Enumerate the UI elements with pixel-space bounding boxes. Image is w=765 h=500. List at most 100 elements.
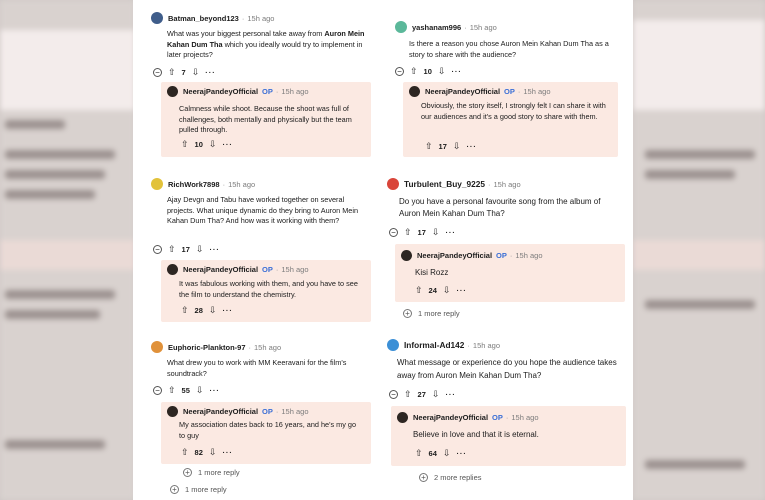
reply-card: NeerajPandeyOfficial OP · 15h ago Calmne… (161, 82, 371, 157)
collapse-icon[interactable]: − (395, 67, 404, 76)
collapse-icon[interactable]: − (153, 245, 162, 254)
more-options-icon[interactable]: ··· (445, 390, 456, 399)
username[interactable]: Turbulent_Buy_9225 (404, 179, 485, 189)
upvote-icon[interactable]: ⇧ (181, 306, 189, 315)
more-options-icon[interactable]: ··· (222, 306, 233, 315)
op-avatar[interactable] (397, 412, 408, 423)
downvote-icon[interactable]: ⇩ (443, 449, 451, 458)
upvote-icon[interactable]: ⇧ (415, 286, 423, 295)
more-options-icon[interactable]: ··· (466, 142, 477, 151)
more-options-icon[interactable]: ··· (209, 245, 220, 254)
expand-icon[interactable]: + (183, 468, 192, 477)
upvote-icon[interactable]: ⇧ (410, 67, 418, 76)
reply-actions: ⇧ 64 ⇩ ··· (415, 449, 473, 459)
expand-icon[interactable]: + (419, 473, 428, 482)
comment-header: yashanam996 · 15h ago (395, 21, 497, 33)
upvote-icon[interactable]: ⇧ (181, 448, 189, 457)
user-avatar[interactable] (151, 12, 163, 24)
upvote-icon[interactable]: ⇧ (181, 140, 189, 149)
op-username[interactable]: NeerajPandeyOfficial (183, 407, 258, 416)
reply-actions: ⇧ 10 ⇩ ··· (181, 140, 239, 150)
username[interactable]: Informal-Ad142 (404, 340, 464, 350)
downvote-icon[interactable]: ⇩ (196, 245, 204, 254)
downvote-icon[interactable]: ⇩ (453, 142, 461, 151)
downvote-icon[interactable]: ⇩ (196, 386, 204, 395)
upvote-icon[interactable]: ⇧ (425, 142, 433, 151)
collapse-icon[interactable]: − (153, 386, 162, 395)
op-username[interactable]: NeerajPandeyOfficial (425, 87, 500, 96)
collapse-icon[interactable]: − (389, 228, 398, 237)
comment-text: What was your biggest personal take away… (167, 29, 365, 59)
vote-count: 64 (428, 449, 437, 458)
op-username[interactable]: NeerajPandeyOfficial (417, 251, 492, 260)
op-avatar[interactable] (401, 250, 412, 261)
upvote-icon[interactable]: ⇧ (404, 390, 412, 399)
timestamp: 15h ago (469, 22, 497, 32)
more-replies-link[interactable]: + 1 more reply (170, 485, 227, 494)
downvote-icon[interactable]: ⇩ (438, 67, 446, 76)
timestamp: 15h ago (523, 87, 551, 96)
op-badge: OP (262, 265, 273, 274)
user-avatar[interactable] (395, 21, 407, 33)
op-avatar[interactable] (167, 406, 178, 417)
more-options-icon[interactable]: ··· (209, 386, 220, 395)
more-options-icon[interactable]: ··· (456, 449, 467, 458)
more-replies-link[interactable]: + 1 more reply (183, 468, 240, 477)
comment-text: Do you have a personal favourite song fr… (399, 197, 601, 218)
username[interactable]: RichWork7898 (168, 180, 220, 189)
downvote-icon[interactable]: ⇩ (432, 390, 440, 399)
upvote-icon[interactable]: ⇧ (168, 245, 176, 254)
op-avatar[interactable] (409, 86, 420, 97)
downvote-icon[interactable]: ⇩ (209, 448, 217, 457)
username[interactable]: yashanam996 (412, 23, 461, 32)
more-options-icon[interactable]: ··· (205, 68, 216, 77)
vote-count: 7 (181, 68, 186, 77)
reply-text: Obviously, the story itself, I strongly … (421, 101, 606, 121)
downvote-icon[interactable]: ⇩ (443, 286, 451, 295)
collapse-icon[interactable]: − (389, 390, 398, 399)
more-replies-link[interactable]: + 2 more replies (419, 473, 482, 482)
op-username[interactable]: NeerajPandeyOfficial (183, 87, 258, 96)
vote-count: 17 (438, 142, 447, 151)
downvote-icon[interactable]: ⇩ (209, 306, 217, 315)
expand-icon[interactable]: + (403, 309, 412, 318)
more-options-icon[interactable]: ··· (222, 448, 233, 457)
downvote-icon[interactable]: ⇩ (432, 228, 440, 237)
upvote-icon[interactable]: ⇧ (404, 228, 412, 237)
upvote-icon[interactable]: ⇧ (415, 449, 423, 458)
more-options-icon[interactable]: ··· (445, 228, 456, 237)
comment-text: What message or experience do you hope t… (397, 358, 617, 380)
username[interactable]: Batman_beyond123 (168, 14, 239, 23)
timestamp: 15h ago (228, 179, 256, 189)
user-avatar[interactable] (151, 178, 163, 190)
more-options-icon[interactable]: ··· (451, 67, 462, 76)
timestamp: 15h ago (511, 413, 539, 422)
username[interactable]: Euphoric-Plankton-97 (168, 343, 246, 352)
op-avatar[interactable] (167, 264, 178, 275)
comment-header: Batman_beyond123 · 15h ago (151, 12, 274, 24)
reply-header: NeerajPandeyOfficial OP · 15h ago (167, 406, 309, 417)
downvote-icon[interactable]: ⇩ (209, 140, 217, 149)
op-username[interactable]: NeerajPandeyOfficial (183, 265, 258, 274)
vote-count: 24 (428, 286, 437, 295)
timestamp: 15h ago (472, 340, 501, 350)
op-username[interactable]: NeerajPandeyOfficial (413, 413, 488, 422)
more-options-icon[interactable]: ··· (222, 140, 233, 149)
reply-header: NeerajPandeyOfficial OP · 15h ago (167, 264, 309, 275)
timestamp: 15h ago (281, 87, 309, 96)
op-avatar[interactable] (167, 86, 178, 97)
expand-icon[interactable]: + (170, 485, 179, 494)
downvote-icon[interactable]: ⇩ (192, 68, 200, 77)
more-replies-link[interactable]: + 1 more reply (403, 309, 460, 318)
user-avatar[interactable] (387, 339, 399, 351)
upvote-icon[interactable]: ⇧ (168, 386, 176, 395)
timestamp: 15h ago (281, 265, 309, 274)
collapse-icon[interactable]: − (153, 68, 162, 77)
more-options-icon[interactable]: ··· (456, 286, 467, 295)
reply-text: Believe in love and that it is eternal. (413, 430, 539, 439)
vote-count: 27 (417, 390, 426, 399)
user-avatar[interactable] (387, 178, 399, 190)
op-badge: OP (504, 87, 515, 96)
user-avatar[interactable] (151, 341, 163, 353)
upvote-icon[interactable]: ⇧ (168, 68, 176, 77)
